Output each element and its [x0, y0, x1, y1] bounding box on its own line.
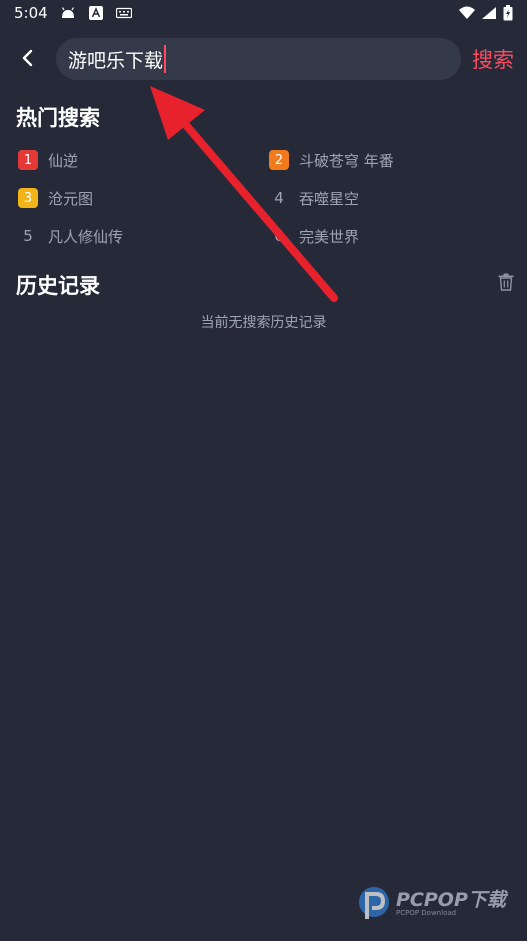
watermark-subtext: PCPOP Download: [396, 909, 457, 917]
hot-search-title: 热门搜索: [16, 106, 100, 130]
hot-search-label: 沧元图: [48, 189, 94, 208]
text-caret: [164, 45, 167, 73]
search-row: 游吧乐下载 搜索: [0, 36, 527, 82]
hot-search-label: 完美世界: [299, 227, 360, 246]
hot-search-item[interactable]: 3 沧元图: [18, 184, 93, 212]
annotation-arrow: [150, 86, 338, 302]
hot-search-item[interactable]: 4 吞噬星空: [269, 184, 359, 212]
signal-icon: [482, 7, 496, 19]
hot-search-label: 斗破苍穹 年番: [299, 151, 394, 170]
pcpop-logo-icon: [359, 887, 389, 919]
status-bar: 5:04: [0, 0, 527, 26]
hot-search-item[interactable]: 5 凡人修仙传: [18, 222, 123, 250]
history-title: 历史记录: [16, 274, 100, 298]
keyboard-icon: [115, 7, 132, 19]
hot-search-item[interactable]: 2 斗破苍穹 年番: [269, 146, 394, 174]
rank-badge: 2: [269, 150, 289, 170]
status-left: 5:04: [14, 4, 132, 22]
hot-search-item[interactable]: 1 仙逆: [18, 146, 78, 174]
hot-search-item[interactable]: 6 完美世界: [269, 222, 359, 250]
status-right: [459, 5, 513, 21]
android-icon: [61, 7, 74, 18]
rank-badge: 1: [18, 150, 38, 170]
watermark: PCPOP下载 PCPOP Download: [356, 885, 506, 923]
rank-number: 6: [274, 227, 284, 245]
font-icon: [88, 6, 103, 20]
hot-search-label: 吞噬星空: [299, 189, 360, 208]
watermark-text-group: PCPOP下载 PCPOP Download: [396, 891, 506, 917]
hot-search-label: 仙逆: [48, 151, 79, 170]
watermark-text: PCPOP下载: [396, 889, 506, 911]
back-button[interactable]: [14, 44, 42, 72]
hot-search-label: 凡人修仙传: [48, 227, 124, 246]
history-empty-text: 当前无搜索历史记录: [200, 315, 327, 331]
rank-number: 5: [23, 227, 33, 245]
rank-number: 4: [274, 189, 284, 207]
search-input-box[interactable]: 游吧乐下载: [56, 38, 461, 80]
search-input[interactable]: 游吧乐下载: [68, 46, 163, 73]
search-button[interactable]: 搜索: [472, 44, 514, 74]
battery-icon: [503, 5, 513, 21]
rank-badge: 3: [18, 188, 38, 208]
wifi-icon: [459, 6, 475, 19]
status-time: 5:04: [14, 4, 48, 22]
chevron-left-icon: [22, 49, 33, 67]
trash-icon[interactable]: [498, 273, 514, 291]
